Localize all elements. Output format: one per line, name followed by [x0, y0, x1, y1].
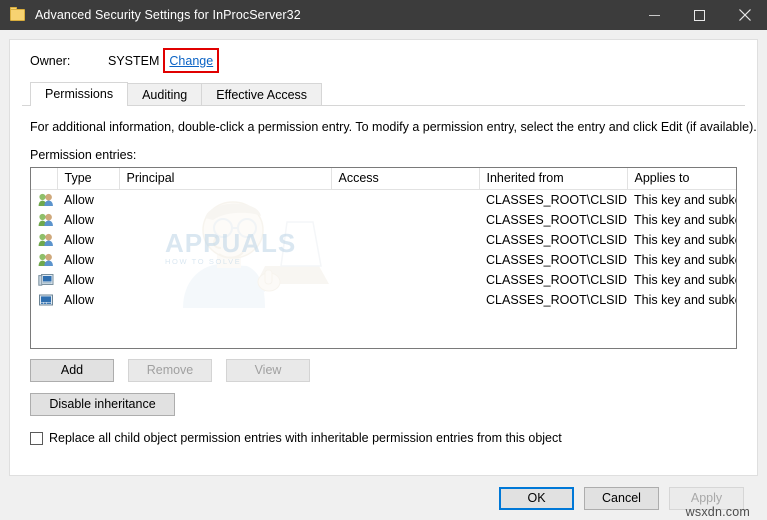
cell-principal: [119, 189, 331, 210]
computer-icon: [31, 270, 57, 290]
cell-principal: [119, 290, 331, 310]
cancel-button[interactable]: Cancel: [584, 486, 659, 510]
cell-access: [331, 230, 479, 250]
permission-entries-table: Type Principal Access Inherited from App…: [31, 168, 736, 310]
dialog-content-panel: Owner: SYSTEM Change Permissions Auditin…: [9, 39, 758, 476]
info-text: For additional information, double-click…: [30, 120, 757, 134]
remove-button: Remove: [128, 359, 212, 382]
cell-inherited-from: CLASSES_ROOT\CLSID...: [486, 272, 627, 287]
cell-principal: [119, 210, 331, 230]
cell-type: Allow: [64, 192, 94, 207]
column-header-icon[interactable]: [31, 168, 58, 190]
view-button: View: [226, 359, 310, 382]
tab-strip: Permissions Auditing Effective Access: [30, 82, 745, 106]
cell-principal: [119, 230, 331, 250]
cell-type: Allow: [64, 232, 94, 247]
column-header-principal[interactable]: Principal: [119, 168, 332, 190]
minimize-icon[interactable]: [632, 0, 677, 30]
owner-label: Owner:: [30, 54, 71, 68]
cell-principal: [119, 250, 331, 270]
watermark-site: wsxdn.com: [685, 505, 750, 519]
cell-access: [331, 290, 479, 310]
cell-applies-to: This key and subkeys: [634, 212, 736, 227]
cell-type: Allow: [64, 252, 94, 267]
column-header-inherited-from[interactable]: Inherited from: [479, 168, 628, 190]
window-title: Advanced Security Settings for InProcSer…: [35, 8, 301, 22]
users-group-icon: [31, 230, 57, 250]
cell-access: [331, 250, 479, 270]
tab-permissions[interactable]: Permissions: [30, 82, 129, 106]
folder-icon: [10, 7, 26, 23]
entry-actions-row: Add Remove View: [30, 359, 737, 382]
replace-permissions-row[interactable]: Replace all child object permission entr…: [30, 431, 737, 445]
table-header: Type Principal Access Inherited from App…: [31, 168, 736, 190]
disable-inheritance-button[interactable]: Disable inheritance: [30, 393, 175, 416]
cell-applies-to: This key and subkeys: [634, 232, 736, 247]
dialog-frame: Owner: SYSTEM Change Permissions Auditin…: [0, 30, 767, 520]
table-row[interactable]: Allow CLASSES_ROOT\CLSID... This key and…: [31, 210, 736, 230]
cell-inherited-from: CLASSES_ROOT\CLSID...: [486, 212, 627, 227]
maximize-icon[interactable]: [677, 0, 722, 30]
table-row[interactable]: Allow CLASSES_ROOT\CLSID... This key and…: [31, 250, 736, 270]
title-bar: Advanced Security Settings for InProcSer…: [0, 0, 767, 30]
column-header-access[interactable]: Access: [331, 168, 480, 190]
column-header-type[interactable]: Type: [57, 168, 120, 190]
ok-button[interactable]: OK: [499, 486, 574, 510]
cell-applies-to: This key and subkeys: [634, 292, 736, 307]
close-icon[interactable]: [722, 0, 767, 30]
table-row[interactable]: Allow CLASSES_ROOT\CLSID... This key and…: [31, 270, 736, 290]
cell-access: [331, 210, 479, 230]
cell-principal: [119, 270, 331, 290]
cell-inherited-from: CLASSES_ROOT\CLSID...: [486, 192, 627, 207]
table-row[interactable]: Allow CLASSES_ROOT\CLSID... This key and…: [31, 230, 736, 250]
inheritance-row: Disable inheritance: [30, 393, 737, 416]
window-controls: [632, 0, 767, 30]
cell-inherited-from: CLASSES_ROOT\CLSID...: [486, 252, 627, 267]
table-body: Allow CLASSES_ROOT\CLSID... This key and…: [31, 189, 736, 310]
add-button[interactable]: Add: [30, 359, 114, 382]
cell-access: [331, 270, 479, 290]
table-row[interactable]: Allow CLASSES_ROOT\CLSID... This key and…: [31, 189, 736, 210]
change-owner-wrapper: Change: [163, 48, 220, 73]
users-group-icon: [31, 250, 57, 270]
cell-access: [331, 189, 479, 210]
monitor-icon: [31, 290, 57, 310]
change-owner-link[interactable]: Change: [169, 54, 213, 68]
column-header-applies-to[interactable]: Applies to: [627, 168, 736, 190]
users-group-icon: [31, 210, 57, 230]
permission-entries-list[interactable]: APPUALS HOW TO SOLVE Type Principal Acce…: [30, 167, 737, 349]
cell-type: Allow: [64, 292, 94, 307]
tab-auditing[interactable]: Auditing: [127, 83, 203, 106]
replace-permissions-checkbox[interactable]: [30, 431, 43, 445]
tab-page-permissions: For additional information, double-click…: [22, 105, 757, 445]
table-row[interactable]: Allow CLASSES_ROOT\CLSID... This key and…: [31, 290, 736, 310]
cell-type: Allow: [64, 212, 94, 227]
cell-applies-to: This key and subkeys: [634, 252, 736, 267]
permission-entries-label: Permission entries:: [30, 148, 137, 162]
owner-value: SYSTEM: [108, 54, 160, 68]
cell-type: Allow: [64, 272, 94, 287]
users-group-icon: [31, 189, 57, 210]
cell-inherited-from: CLASSES_ROOT\CLSID...: [486, 232, 627, 247]
dialog-footer: OK Cancel Apply wsxdn.com: [9, 476, 758, 520]
advanced-security-settings-dialog: Advanced Security Settings for InProcSer…: [0, 0, 767, 520]
replace-permissions-label: Replace all child object permission entr…: [49, 431, 562, 445]
cell-applies-to: This key and subkeys: [634, 192, 736, 207]
cell-applies-to: This key and subkeys: [634, 272, 736, 287]
cell-inherited-from: CLASSES_ROOT\CLSID...: [486, 292, 627, 307]
tab-effective-access[interactable]: Effective Access: [201, 83, 323, 106]
owner-row: Owner: SYSTEM Change: [22, 40, 745, 82]
